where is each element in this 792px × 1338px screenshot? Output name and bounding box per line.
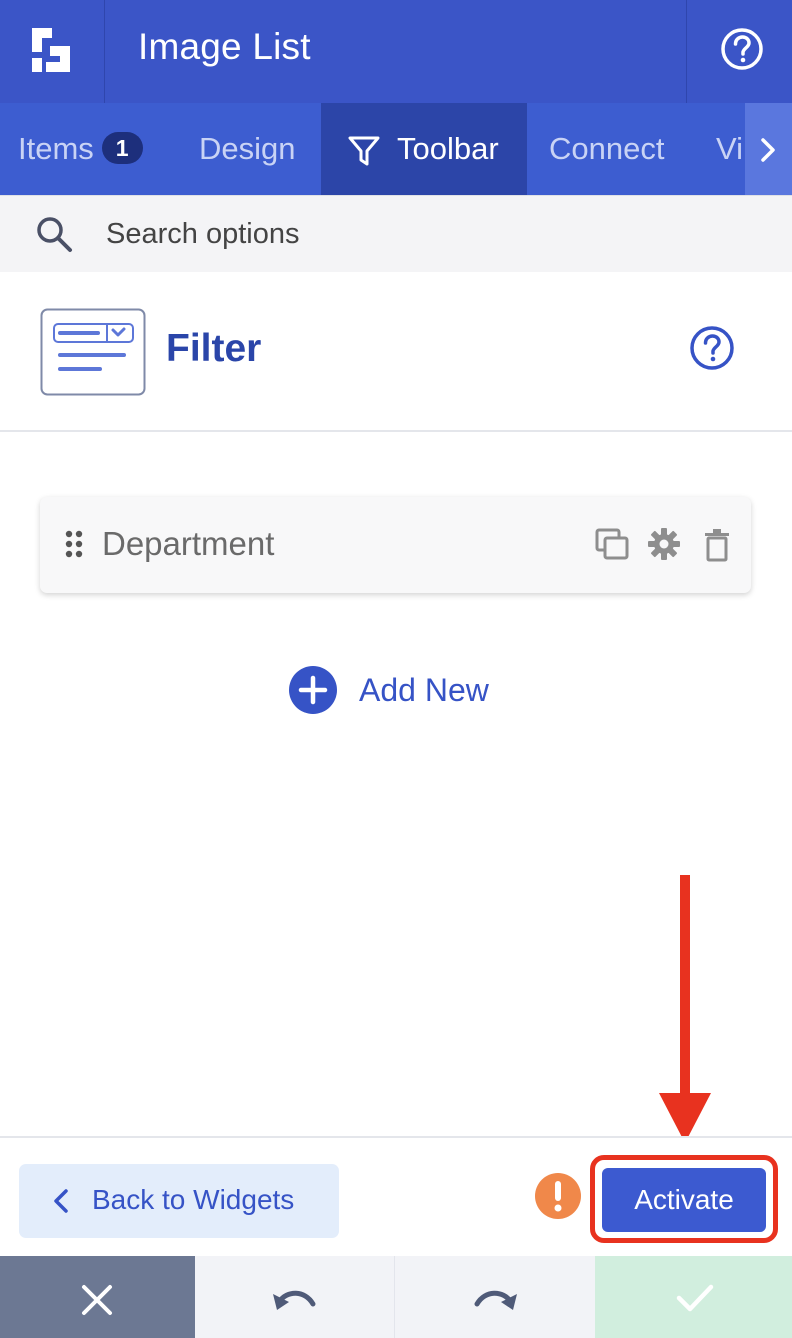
help-circle-icon bbox=[721, 28, 763, 70]
items-count-badge: 1 bbox=[101, 131, 143, 164]
undo-button[interactable] bbox=[195, 1256, 395, 1338]
confirm-button[interactable] bbox=[595, 1256, 792, 1338]
search-input[interactable] bbox=[106, 196, 746, 272]
tab-items[interactable]: Items 1 bbox=[18, 103, 143, 195]
tab-connect-label: Connect bbox=[549, 131, 665, 166]
tab-design-label: Design bbox=[199, 131, 296, 166]
tab-toolbar[interactable]: Toolbar bbox=[321, 103, 527, 195]
tab-connect[interactable]: Connect bbox=[549, 103, 664, 195]
add-new-label: Add New bbox=[359, 672, 489, 708]
search-icon bbox=[37, 217, 72, 252]
annotation-arrow-icon bbox=[659, 875, 711, 1143]
tab-bar: Items 1 Design Toolbar Connect Vi bbox=[0, 103, 792, 195]
tab-items-label: Items bbox=[18, 131, 94, 166]
drag-handle-icon[interactable] bbox=[64, 529, 84, 559]
check-icon bbox=[676, 1284, 714, 1312]
header-help-button[interactable] bbox=[686, 0, 792, 103]
tab-design[interactable]: Design bbox=[199, 103, 296, 195]
redo-icon bbox=[474, 1290, 517, 1310]
duplicate-icon[interactable] bbox=[595, 528, 631, 562]
app-header: Image List bbox=[0, 0, 792, 103]
footer: Back to Widgets Activate bbox=[0, 1136, 792, 1256]
close-icon bbox=[82, 1285, 112, 1315]
chevron-right-icon bbox=[761, 138, 775, 162]
back-to-widgets-label: Back to Widgets bbox=[92, 1184, 295, 1215]
elfsight-logo-icon bbox=[32, 28, 70, 72]
section-title: Filter bbox=[166, 327, 262, 370]
undo-icon bbox=[273, 1290, 316, 1310]
tab-toolbar-label: Toolbar bbox=[397, 131, 499, 166]
exclamation-icon bbox=[535, 1173, 581, 1219]
app-title: Image List bbox=[138, 26, 311, 67]
activate-button[interactable]: Activate bbox=[602, 1168, 766, 1232]
plus-circle-icon bbox=[289, 666, 337, 714]
search-bar bbox=[0, 195, 792, 272]
logo[interactable] bbox=[0, 0, 105, 103]
tab-vi-label: Vi bbox=[716, 131, 744, 166]
filter-section-header: Filter bbox=[0, 272, 792, 432]
bottom-action-bar bbox=[0, 1256, 792, 1338]
close-button[interactable] bbox=[0, 1256, 195, 1338]
funnel-icon bbox=[348, 136, 380, 166]
back-to-widgets-button[interactable]: Back to Widgets bbox=[19, 1164, 339, 1238]
filter-widget-icon bbox=[40, 308, 146, 396]
gear-icon[interactable] bbox=[647, 527, 681, 561]
redo-button[interactable] bbox=[395, 1256, 595, 1338]
help-circle-icon[interactable] bbox=[688, 324, 736, 372]
filter-item[interactable]: Department bbox=[40, 497, 751, 593]
tab-vi[interactable]: Vi bbox=[716, 103, 743, 195]
filter-item-label: Department bbox=[102, 525, 275, 562]
tabs-scroll-right-button[interactable] bbox=[745, 103, 792, 195]
trash-icon[interactable] bbox=[703, 528, 731, 562]
chevron-left-icon bbox=[54, 1189, 68, 1213]
